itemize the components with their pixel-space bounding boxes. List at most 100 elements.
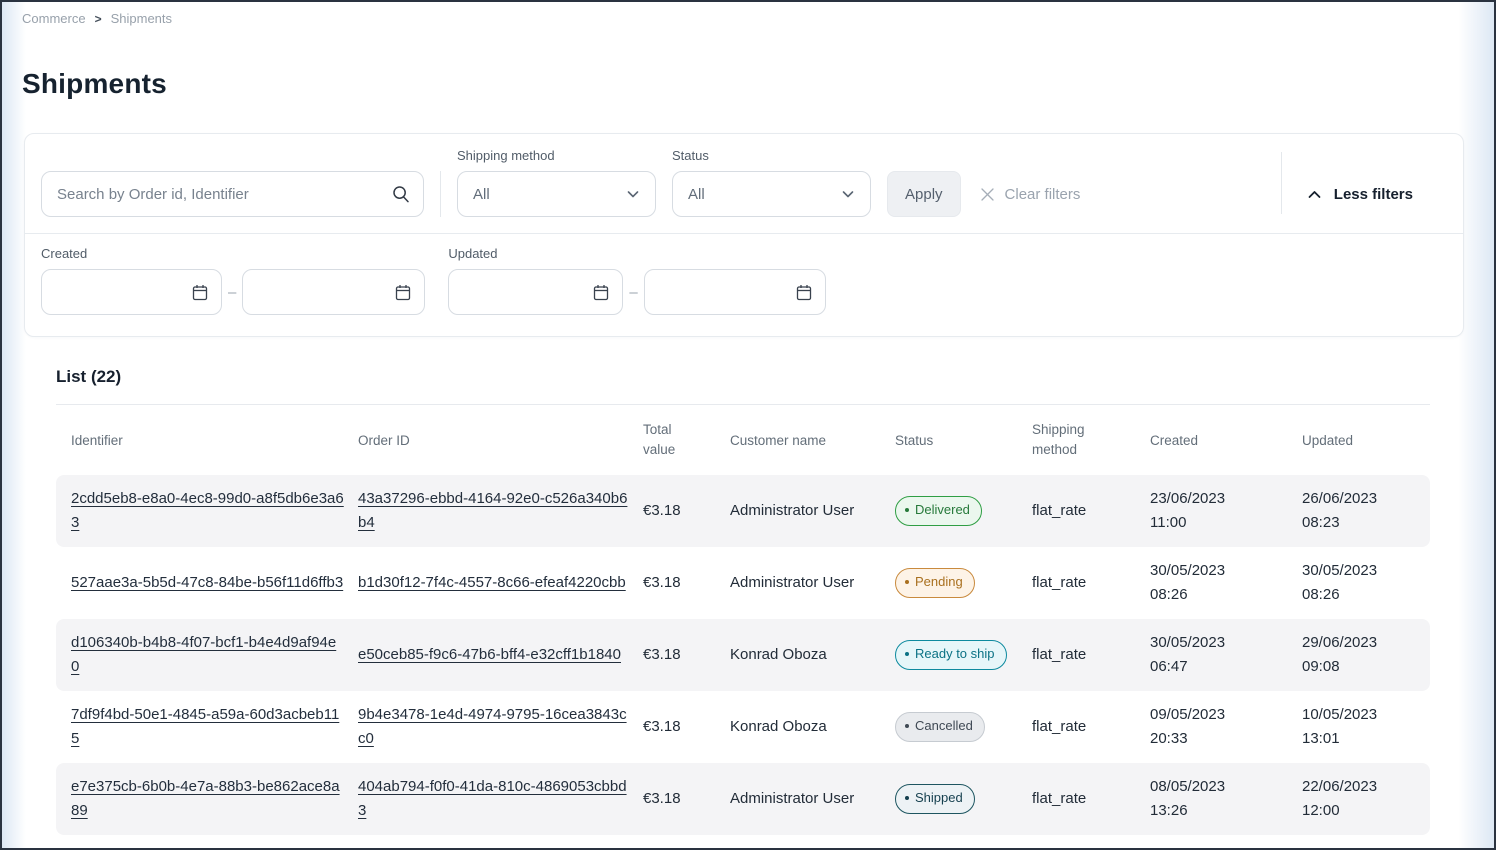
updated-cell: 22/06/2023 12:00 [1302, 775, 1430, 823]
created-from-input[interactable] [54, 284, 191, 301]
status-cell: Pending [895, 568, 1032, 598]
created-to-input[interactable] [255, 284, 394, 301]
status-badge-label: Pending [915, 572, 963, 593]
filter-divider [440, 171, 441, 217]
less-filters-toggle[interactable]: Less filters [1306, 171, 1413, 217]
customer-name-cell: Administrator User [730, 787, 895, 811]
clear-filters-button[interactable]: Clear filters [978, 171, 1081, 217]
clear-filters-label: Clear filters [1005, 186, 1081, 203]
identifier-cell: 527aae3a-5b5d-47c8-84be-b56f11d6ffb3 [71, 571, 358, 595]
search-icon[interactable] [391, 184, 411, 204]
updated-from-input[interactable] [461, 284, 592, 301]
filters-row-main: Shipping method All Status All Apply Cle… [25, 134, 1463, 233]
customer-name-cell: Administrator User [730, 571, 895, 595]
column-header-updated: Updated [1302, 433, 1430, 448]
order-id-link[interactable]: e50ceb85-f9c6-47b6-bff4-e32cff1b1840 [358, 646, 621, 663]
total-value-cell: €3.18 [643, 715, 730, 739]
table-header: Identifier Order ID Total value Customer… [56, 405, 1430, 475]
shipments-page: Commerce > Shipments Shipments Shipping … [0, 0, 1496, 850]
created-to-field [242, 269, 425, 315]
created-time: 08:26 [1150, 583, 1288, 607]
column-header-order-id: Order ID [358, 433, 643, 448]
status-filter: Status All [672, 148, 871, 217]
created-cell: 09/05/2023 20:33 [1150, 703, 1302, 751]
order-id-cell: e50ceb85-f9c6-47b6-bff4-e32cff1b1840 [358, 643, 643, 667]
updated-date: 22/06/2023 [1302, 775, 1416, 799]
created-cell: 08/05/2023 13:26 [1150, 775, 1302, 823]
calendar-icon[interactable] [394, 283, 412, 302]
created-cell: 30/05/2023 08:26 [1150, 559, 1302, 607]
order-id-link[interactable]: 9b4e3478-1e4d-4974-9795-16cea3843cc0 [358, 706, 627, 747]
created-time: 11:00 [1150, 511, 1288, 535]
order-id-link[interactable]: 43a37296-ebbd-4164-92e0-c526a340b6b4 [358, 490, 627, 531]
status-select[interactable]: All [672, 171, 871, 217]
status-badge-label: Cancelled [915, 716, 973, 737]
shipping-method-cell: flat_rate [1032, 787, 1150, 811]
column-header-customer-name: Customer name [730, 433, 895, 448]
identifier-link[interactable]: 7df9f4bd-50e1-4845-a59a-60d3acbeb115 [71, 706, 339, 747]
shipments-list: List (22) Identifier Order ID Total valu… [56, 367, 1430, 835]
status-cell: Cancelled [895, 712, 1032, 742]
status-badge-label: Ready to ship [915, 644, 995, 665]
shipping-method-filter: Shipping method All [457, 148, 656, 217]
table-row: e7e375cb-6b0b-4e7a-88b3-be862ace8a89 404… [56, 763, 1430, 835]
table-row: 527aae3a-5b5d-47c8-84be-b56f11d6ffb3 b1d… [56, 547, 1430, 619]
range-dash: – [228, 284, 236, 301]
search-input[interactable] [41, 171, 424, 217]
created-time: 13:26 [1150, 799, 1288, 823]
less-filters-label: Less filters [1334, 186, 1413, 203]
status-badge: Delivered [895, 496, 982, 526]
updated-date: 10/05/2023 [1302, 703, 1416, 727]
order-id-cell: 404ab794-f0f0-41da-810c-4869053cbbd3 [358, 775, 643, 823]
apply-button[interactable]: Apply [887, 171, 961, 217]
updated-date: 29/06/2023 [1302, 631, 1416, 655]
filters-panel: Shipping method All Status All Apply Cle… [24, 133, 1464, 337]
identifier-link[interactable]: e7e375cb-6b0b-4e7a-88b3-be862ace8a89 [71, 778, 340, 819]
created-cell: 23/06/2023 11:00 [1150, 487, 1302, 535]
updated-time: 08:23 [1302, 511, 1416, 535]
breadcrumb: Commerce > Shipments [2, 2, 1494, 26]
created-from-field [41, 269, 222, 315]
filter-divider [1281, 152, 1282, 214]
status-cell: Delivered [895, 496, 1032, 526]
status-badge: Shipped [895, 784, 975, 814]
status-cell: Ready to ship [895, 640, 1032, 670]
calendar-icon[interactable] [795, 283, 813, 302]
order-id-link[interactable]: 404ab794-f0f0-41da-810c-4869053cbbd3 [358, 778, 627, 819]
updated-time: 12:00 [1302, 799, 1416, 823]
status-label: Status [672, 148, 871, 163]
status-badge: Ready to ship [895, 640, 1007, 670]
breadcrumb-item-shipments[interactable]: Shipments [111, 11, 172, 26]
status-badge-label: Delivered [915, 500, 970, 521]
shipping-method-label: Shipping method [457, 148, 656, 163]
created-label: Created [41, 246, 425, 261]
identifier-link[interactable]: 2cdd5eb8-e8a0-4ec8-99d0-a8f5db6e3a63 [71, 490, 344, 531]
status-badge-label: Shipped [915, 788, 963, 809]
calendar-icon[interactable] [191, 283, 209, 302]
customer-name-cell: Konrad Oboza [730, 715, 895, 739]
created-date: 30/05/2023 [1150, 631, 1288, 655]
updated-cell: 30/05/2023 08:26 [1302, 559, 1430, 607]
column-header-status: Status [895, 433, 1032, 448]
shipping-method-select[interactable]: All [457, 171, 656, 217]
created-date: 09/05/2023 [1150, 703, 1288, 727]
status-value: All [688, 186, 705, 203]
calendar-icon[interactable] [592, 283, 610, 302]
order-id-cell: 9b4e3478-1e4d-4974-9795-16cea3843cc0 [358, 703, 643, 751]
identifier-cell: e7e375cb-6b0b-4e7a-88b3-be862ace8a89 [71, 775, 358, 823]
chevron-down-icon [625, 186, 641, 202]
breadcrumb-item-commerce[interactable]: Commerce [22, 11, 86, 26]
identifier-link[interactable]: 527aae3a-5b5d-47c8-84be-b56f11d6ffb3 [71, 574, 343, 591]
shipping-method-value: All [473, 186, 490, 203]
total-value-cell: €3.18 [643, 643, 730, 667]
total-value-cell: €3.18 [643, 499, 730, 523]
range-dash: – [629, 284, 637, 301]
chevron-up-icon [1306, 186, 1323, 203]
updated-time: 13:01 [1302, 727, 1416, 751]
updated-to-input[interactable] [657, 284, 795, 301]
order-id-link[interactable]: b1d30f12-7f4c-4557-8c66-efeaf4220cbb [358, 574, 626, 591]
order-id-cell: b1d30f12-7f4c-4557-8c66-efeaf4220cbb [358, 571, 643, 595]
close-icon [978, 185, 997, 204]
identifier-link[interactable]: d106340b-b4b8-4f07-bcf1-b4e4d9af94e0 [71, 634, 336, 675]
page-title: Shipments [22, 68, 1494, 100]
